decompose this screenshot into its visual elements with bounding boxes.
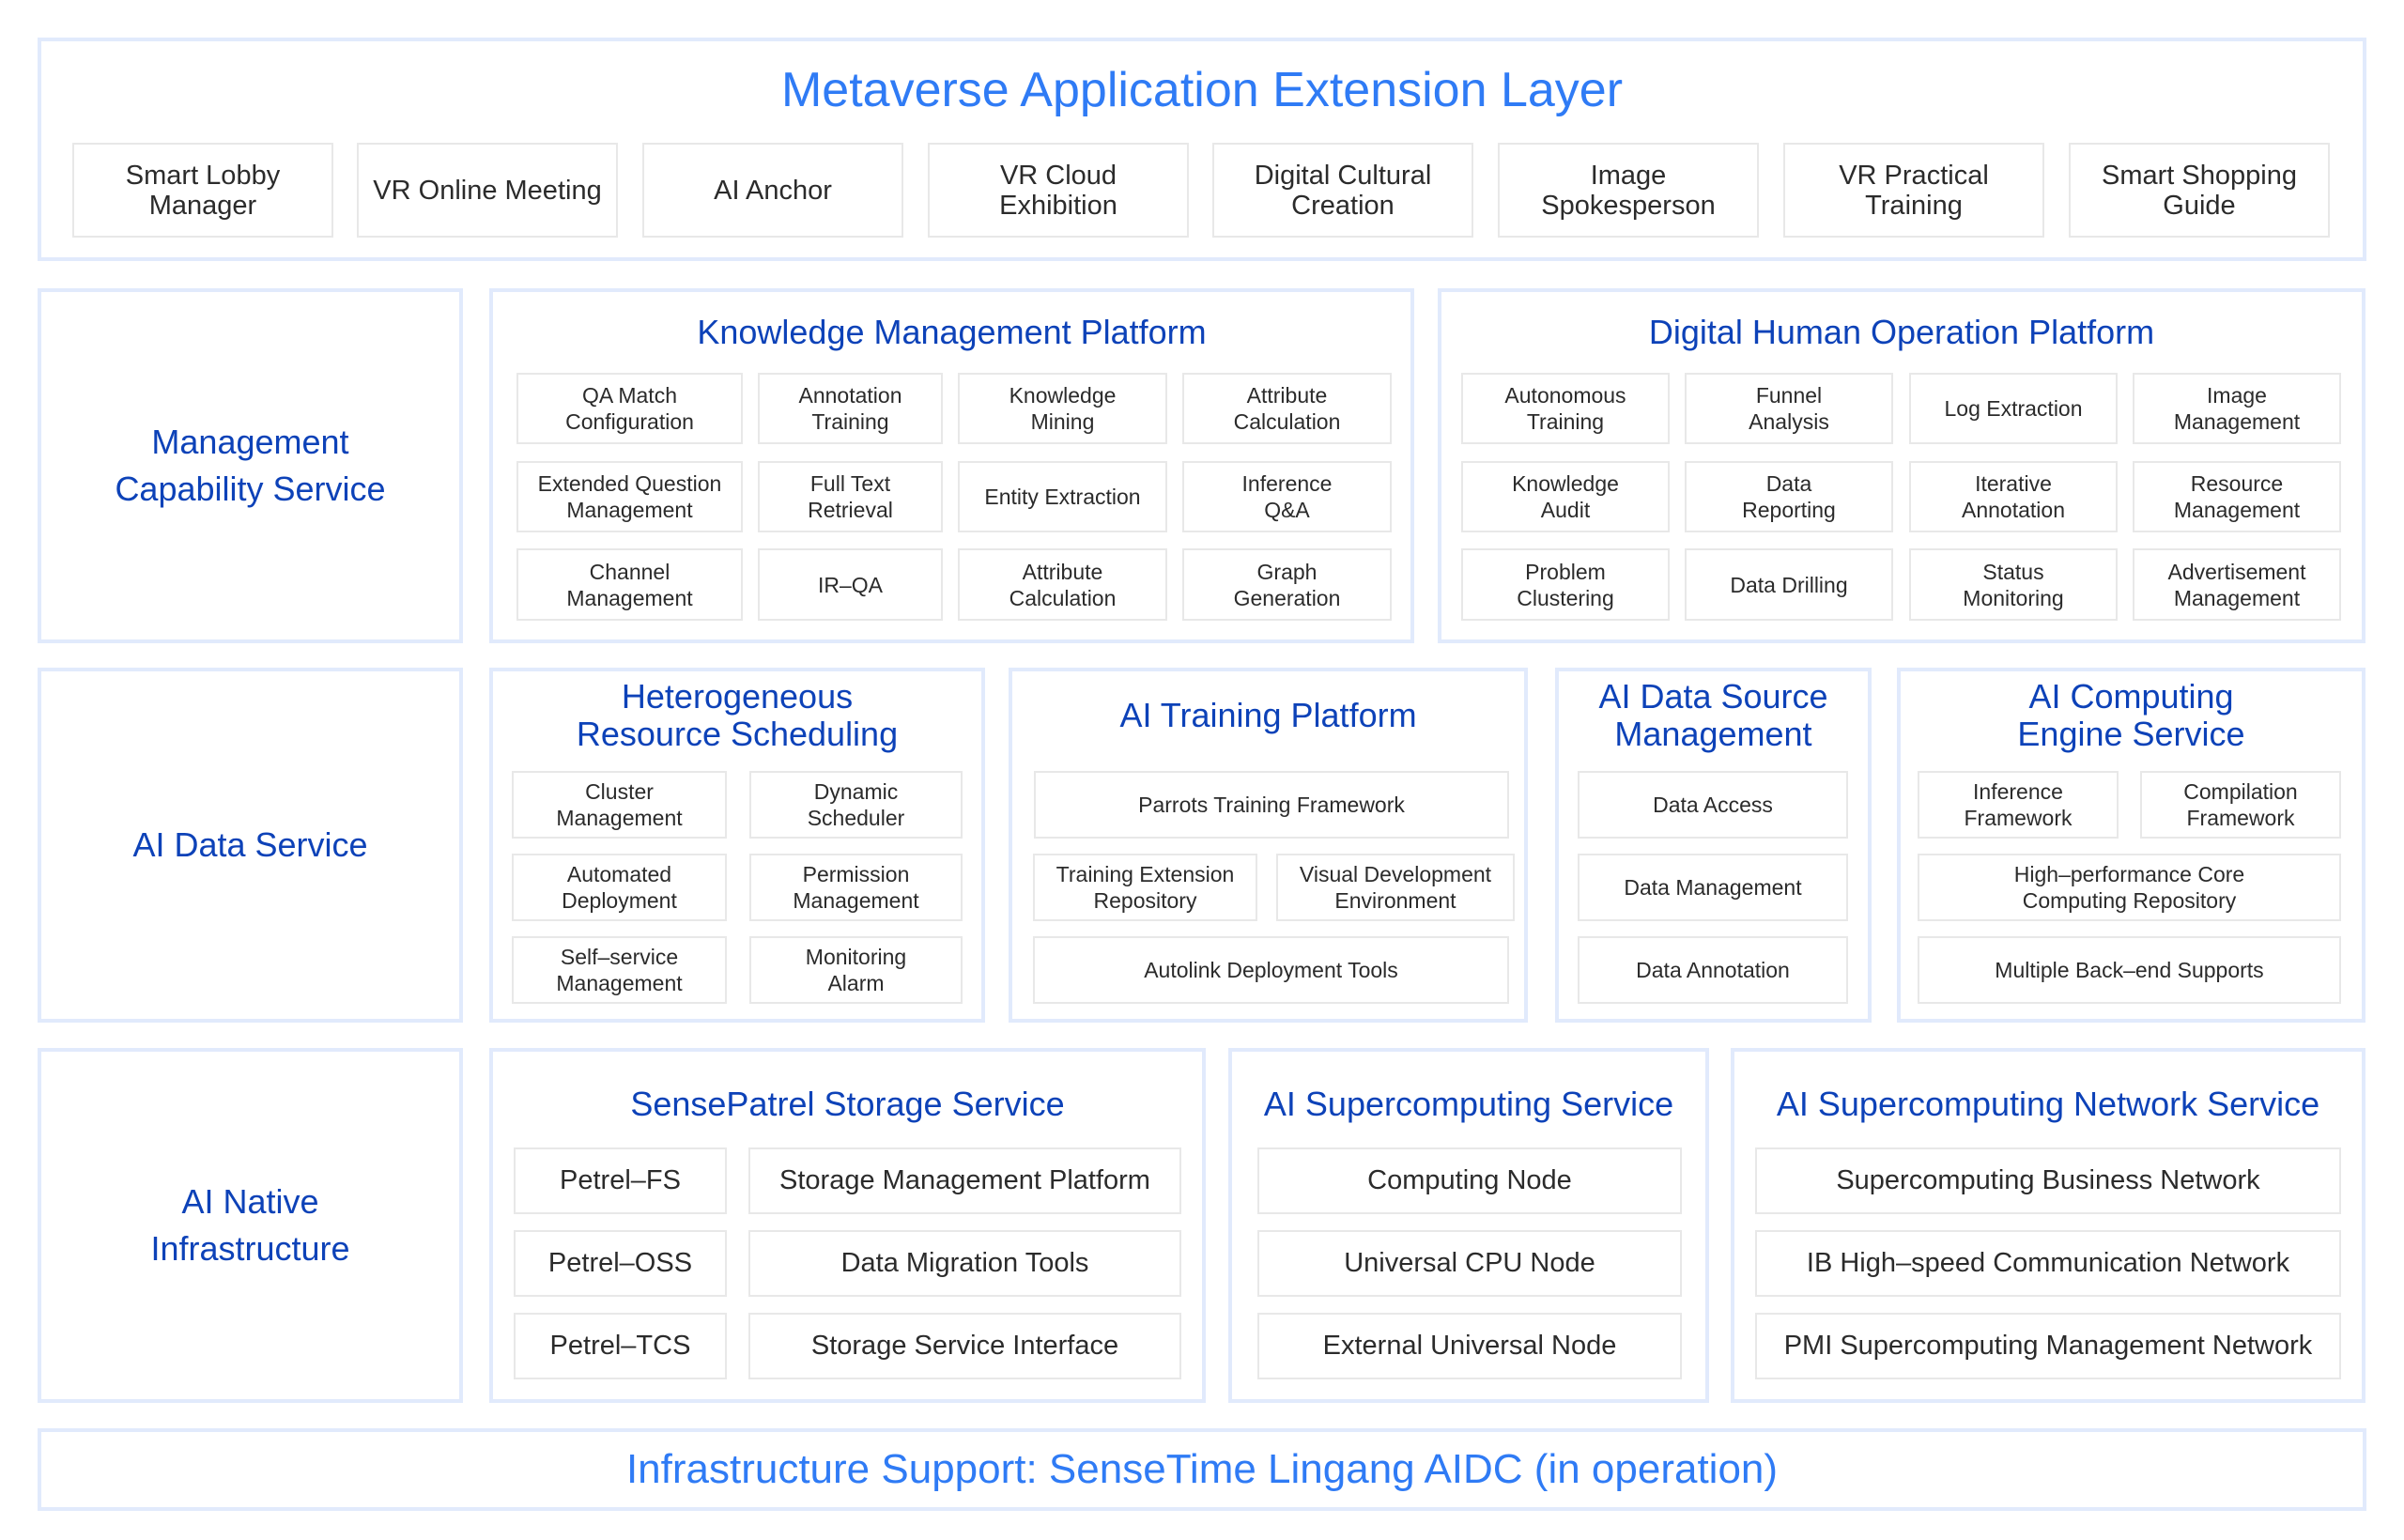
ai-supercomputing-service-title: AI Supercomputing Service — [1263, 1085, 1674, 1123]
kmp-item[interactable]: QA Match Configuration — [516, 373, 743, 444]
kmp-item[interactable]: Entity Extraction — [958, 461, 1167, 532]
network-item[interactable]: Supercomputing Business Network — [1755, 1147, 2341, 1214]
knowledge-management-platform-title: Knowledge Management Platform — [697, 313, 1207, 351]
app-item-vr-cloud-exhibition[interactable]: VR Cloud Exhibition — [928, 143, 1189, 238]
dhop-item[interactable]: Iterative Annotation — [1909, 461, 2118, 532]
dhop-item[interactable]: Resource Management — [2133, 461, 2341, 532]
heterogeneous-resource-scheduling-title: Heterogeneous Resource Scheduling — [576, 677, 899, 753]
kmp-item[interactable]: IR–QA — [758, 548, 943, 621]
storage-item[interactable]: Petrel–TCS — [514, 1313, 727, 1379]
aids-item[interactable]: Data Annotation — [1578, 936, 1848, 1004]
aids-item[interactable]: Data Management — [1578, 854, 1848, 921]
dhop-item[interactable]: Data Reporting — [1685, 461, 1893, 532]
aitp-item-parrots[interactable]: Parrots Training Framework — [1034, 771, 1509, 839]
aice-item-compilation-framework[interactable]: Compilation Framework — [2140, 771, 2341, 839]
aice-item-multiple-backend[interactable]: Multiple Back–end Supports — [1918, 936, 2341, 1004]
dhop-item[interactable]: Funnel Analysis — [1685, 373, 1893, 444]
ai-data-service-label-panel: AI Data Service — [38, 668, 463, 1023]
kmp-item[interactable]: Annotation Training — [758, 373, 943, 444]
sensepatrel-storage-service-title: SensePatrel Storage Service — [630, 1085, 1065, 1123]
dhop-item[interactable]: Status Monitoring — [1909, 548, 2118, 621]
kmp-item[interactable]: Inference Q&A — [1182, 461, 1392, 532]
hrs-item[interactable]: Dynamic Scheduler — [749, 771, 963, 839]
network-item[interactable]: IB High–speed Communication Network — [1755, 1230, 2341, 1297]
ai-computing-engine-service-title: AI Computing Engine Service — [2017, 677, 2245, 753]
app-item-smart-lobby-manager[interactable]: Smart Lobby Manager — [72, 143, 333, 238]
dhop-item[interactable]: Log Extraction — [1909, 373, 2118, 444]
hrs-item[interactable]: Self–service Management — [512, 936, 727, 1004]
kmp-item[interactable]: Attribute Calculation — [1182, 373, 1392, 444]
hrs-item[interactable]: Monitoring Alarm — [749, 936, 963, 1004]
dhop-item[interactable]: Knowledge Audit — [1461, 461, 1670, 532]
app-item-vr-practical-training[interactable]: VR Practical Training — [1783, 143, 2044, 238]
infrastructure-support-text: Infrastructure Support: SenseTime Lingan… — [625, 1446, 1779, 1492]
dhop-item[interactable]: Problem Clustering — [1461, 548, 1670, 621]
app-item-smart-shopping-guide[interactable]: Smart Shopping Guide — [2069, 143, 2330, 238]
ai-data-source-management-title: AI Data Source Management — [1598, 677, 1828, 753]
ai-data-service-label: AI Data Service — [132, 825, 368, 864]
aitp-item-visual-development[interactable]: Visual Development Environment — [1276, 854, 1515, 921]
ai-native-infrastructure-label: AI Native Infrastructure — [150, 1182, 350, 1268]
metaverse-layer-title: Metaverse Application Extension Layer — [780, 63, 1624, 117]
app-item-digital-cultural-creation[interactable]: Digital Cultural Creation — [1212, 143, 1473, 238]
storage-item[interactable]: Storage Service Interface — [748, 1313, 1181, 1379]
kmp-item[interactable]: Full Text Retrieval — [758, 461, 943, 532]
kmp-item[interactable]: Graph Generation — [1182, 548, 1392, 621]
supercomputing-item[interactable]: Universal CPU Node — [1257, 1230, 1682, 1297]
management-capability-label-panel: Management Capability Service — [38, 288, 463, 643]
aitp-item-autolink[interactable]: Autolink Deployment Tools — [1033, 936, 1509, 1004]
kmp-item[interactable]: Knowledge Mining — [958, 373, 1167, 444]
supercomputing-item[interactable]: External Universal Node — [1257, 1313, 1682, 1379]
ai-native-infrastructure-label-panel: AI Native Infrastructure — [38, 1048, 463, 1403]
kmp-item[interactable]: Extended Question Management — [516, 461, 743, 532]
app-item-ai-anchor[interactable]: AI Anchor — [642, 143, 903, 238]
storage-item[interactable]: Petrel–FS — [514, 1147, 727, 1214]
digital-human-operation-platform-title: Digital Human Operation Platform — [1648, 313, 2155, 351]
dhop-item[interactable]: Advertisement Management — [2133, 548, 2341, 621]
ai-supercomputing-network-service-title: AI Supercomputing Network Service — [1776, 1085, 2320, 1123]
hrs-item[interactable]: Permission Management — [749, 854, 963, 921]
storage-item[interactable]: Storage Management Platform — [748, 1147, 1181, 1214]
network-item[interactable]: PMI Supercomputing Management Network — [1755, 1313, 2341, 1379]
storage-item[interactable]: Petrel–OSS — [514, 1230, 727, 1297]
supercomputing-item[interactable]: Computing Node — [1257, 1147, 1682, 1214]
aice-item-core-computing-repository[interactable]: High–performance Core Computing Reposito… — [1918, 854, 2341, 921]
hrs-item[interactable]: Cluster Management — [512, 771, 727, 839]
management-capability-label: Management Capability Service — [115, 423, 386, 508]
dhop-item[interactable]: Image Management — [2133, 373, 2341, 444]
aice-item-inference-framework[interactable]: Inference Framework — [1918, 771, 2119, 839]
infrastructure-support-bar: Infrastructure Support: SenseTime Lingan… — [38, 1428, 2366, 1511]
aids-item[interactable]: Data Access — [1578, 771, 1848, 839]
storage-item[interactable]: Data Migration Tools — [748, 1230, 1181, 1297]
ai-training-platform-title: AI Training Platform — [1119, 696, 1417, 734]
app-item-vr-online-meeting[interactable]: VR Online Meeting — [357, 143, 618, 238]
app-item-image-spokesperson[interactable]: Image Spokesperson — [1498, 143, 1759, 238]
hrs-item[interactable]: Automated Deployment — [512, 854, 727, 921]
kmp-item[interactable]: Attribute Calculation — [958, 548, 1167, 621]
dhop-item[interactable]: Data Drilling — [1685, 548, 1893, 621]
aitp-item-training-extension[interactable]: Training Extension Repository — [1033, 854, 1257, 921]
dhop-item[interactable]: Autonomous Training — [1461, 373, 1670, 444]
kmp-item[interactable]: Channel Management — [516, 548, 743, 621]
